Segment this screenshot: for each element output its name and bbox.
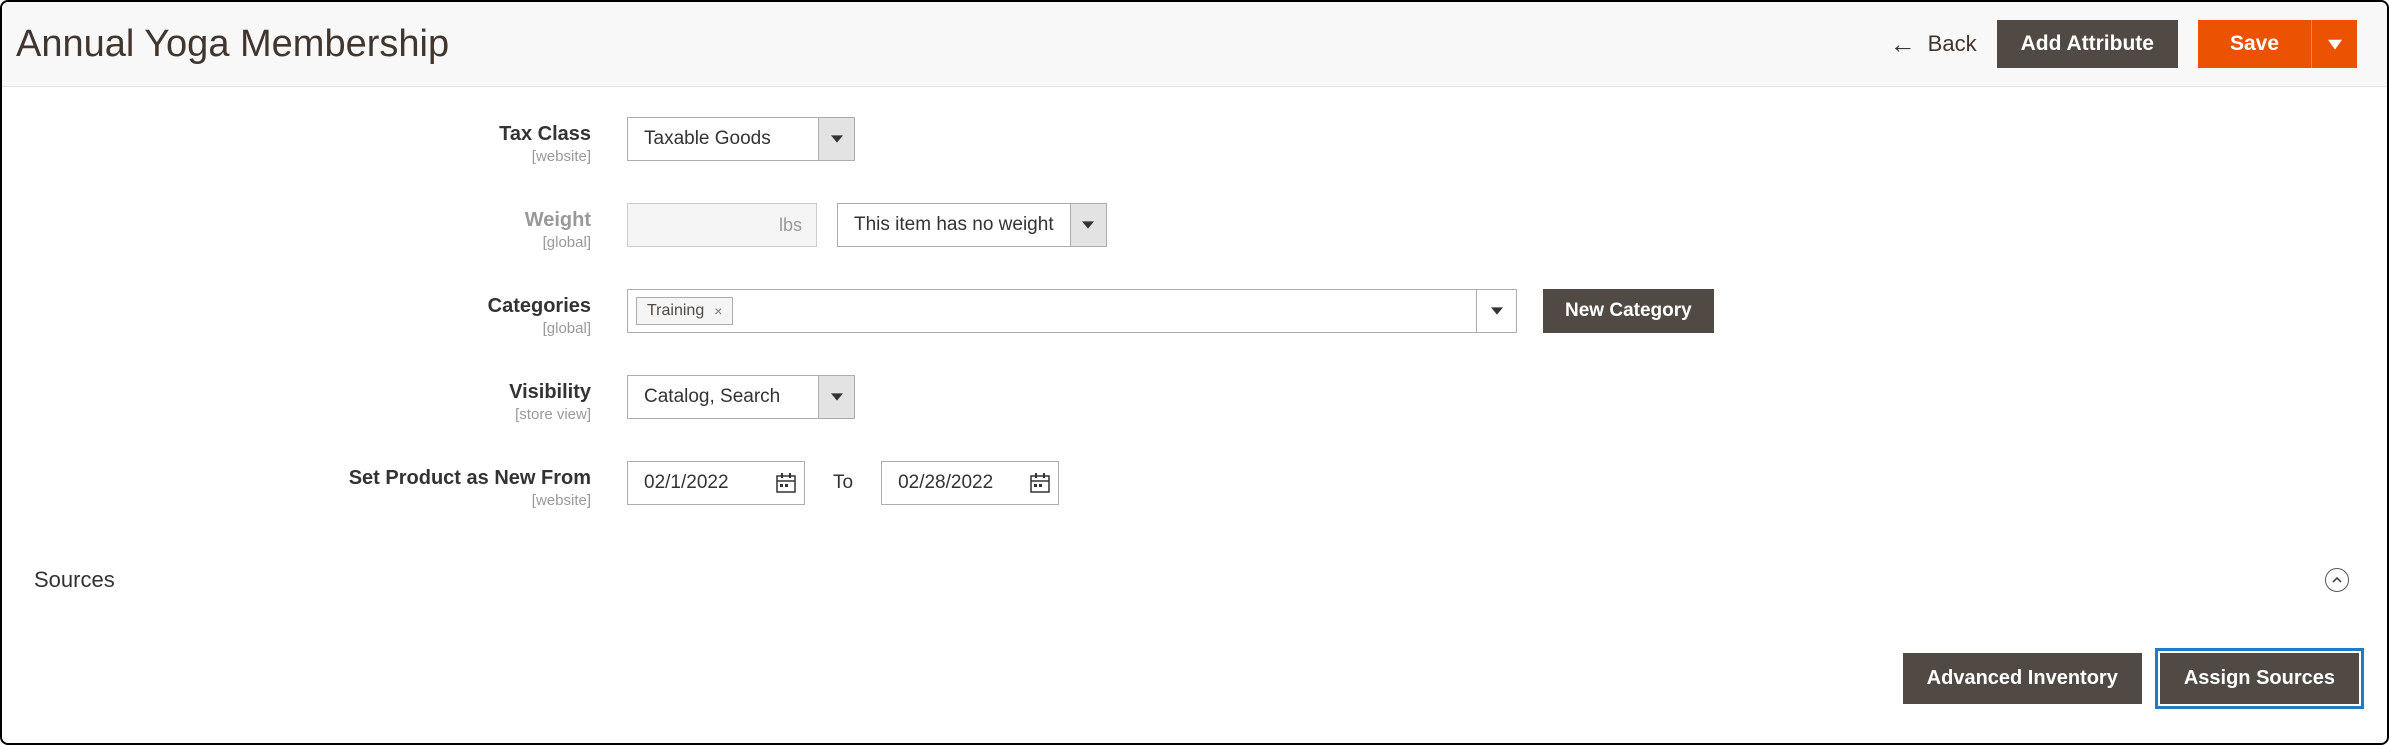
visibility-dropdown-toggle[interactable]	[818, 376, 854, 418]
weight-type-select[interactable]: This item has no weight	[837, 203, 1107, 247]
new-from-date-value: 02/1/2022	[628, 472, 768, 494]
weight-scope: [global]	[32, 234, 591, 251]
categories-dropdown-toggle[interactable]	[1476, 290, 1516, 332]
triangle-down-icon	[1491, 305, 1503, 317]
chevron-up-icon	[2332, 575, 2342, 585]
categories-field[interactable]: Training ×	[627, 289, 1517, 333]
weight-type-dropdown-toggle[interactable]	[1070, 204, 1106, 246]
category-tag: Training ×	[636, 297, 733, 325]
back-button[interactable]: ← Back	[1890, 29, 1977, 60]
tax-class-scope: [website]	[32, 148, 591, 165]
visibility-value: Catalog, Search	[628, 376, 818, 418]
sources-section-header[interactable]: Sources	[2, 539, 2387, 605]
save-button-group: Save	[2198, 20, 2357, 68]
weight-label: Weight	[525, 209, 591, 231]
calendar-icon[interactable]	[768, 473, 804, 493]
page-header: Annual Yoga Membership ← Back Add Attrib…	[2, 2, 2387, 87]
tag-remove-icon[interactable]: ×	[714, 303, 722, 319]
categories-scope: [global]	[32, 320, 591, 337]
new-from-date-input[interactable]: 02/1/2022	[627, 461, 805, 505]
new-from-row: Set Product as New From [website] 02/1/2…	[32, 461, 2357, 509]
sources-actions: Advanced Inventory Assign Sources	[2, 605, 2387, 704]
tax-class-value: Taxable Goods	[628, 118, 818, 160]
categories-row: Categories [global] Training × New Categ…	[32, 289, 2357, 337]
triangle-down-icon	[1082, 219, 1094, 231]
new-category-button[interactable]: New Category	[1543, 289, 1714, 333]
weight-row: Weight [global] lbs This item has no wei…	[32, 203, 2357, 251]
save-button[interactable]: Save	[2198, 20, 2311, 68]
visibility-row: Visibility [store view] Catalog, Search	[32, 375, 2357, 423]
add-attribute-button[interactable]: Add Attribute	[1997, 20, 2178, 68]
visibility-label: Visibility	[509, 381, 591, 403]
triangle-down-icon	[831, 133, 843, 145]
triangle-down-icon	[2328, 37, 2342, 51]
categories-label: Categories	[488, 295, 591, 317]
back-label: Back	[1928, 31, 1977, 57]
new-to-date-value: 02/28/2022	[882, 472, 1022, 494]
category-tag-label: Training	[647, 302, 704, 320]
save-dropdown-button[interactable]	[2311, 20, 2357, 68]
weight-input: lbs	[627, 203, 817, 247]
visibility-select[interactable]: Catalog, Search	[627, 375, 855, 419]
weight-type-value: This item has no weight	[838, 204, 1070, 246]
new-from-scope: [website]	[32, 492, 591, 509]
triangle-down-icon	[831, 391, 843, 403]
tax-class-select[interactable]: Taxable Goods	[627, 117, 855, 161]
tax-class-row: Tax Class [website] Taxable Goods	[32, 117, 2357, 165]
to-label: To	[825, 472, 861, 494]
tax-class-dropdown-toggle[interactable]	[818, 118, 854, 160]
categories-tags: Training ×	[628, 290, 1476, 332]
header-actions: ← Back Add Attribute Save	[1890, 20, 2357, 68]
sources-title: Sources	[34, 567, 115, 593]
new-to-date-input[interactable]: 02/28/2022	[881, 461, 1059, 505]
assign-sources-button[interactable]: Assign Sources	[2160, 653, 2359, 704]
advanced-inventory-button[interactable]: Advanced Inventory	[1903, 653, 2142, 704]
product-form: Tax Class [website] Taxable Goods Weight…	[2, 87, 2387, 539]
page-title: Annual Yoga Membership	[16, 23, 449, 66]
back-arrow-icon: ←	[1890, 29, 1916, 60]
weight-unit: lbs	[779, 215, 802, 236]
collapse-toggle[interactable]	[2325, 568, 2349, 592]
tax-class-label: Tax Class	[499, 123, 591, 145]
calendar-icon[interactable]	[1022, 473, 1058, 493]
new-from-label: Set Product as New From	[349, 467, 591, 489]
visibility-scope: [store view]	[32, 406, 591, 423]
